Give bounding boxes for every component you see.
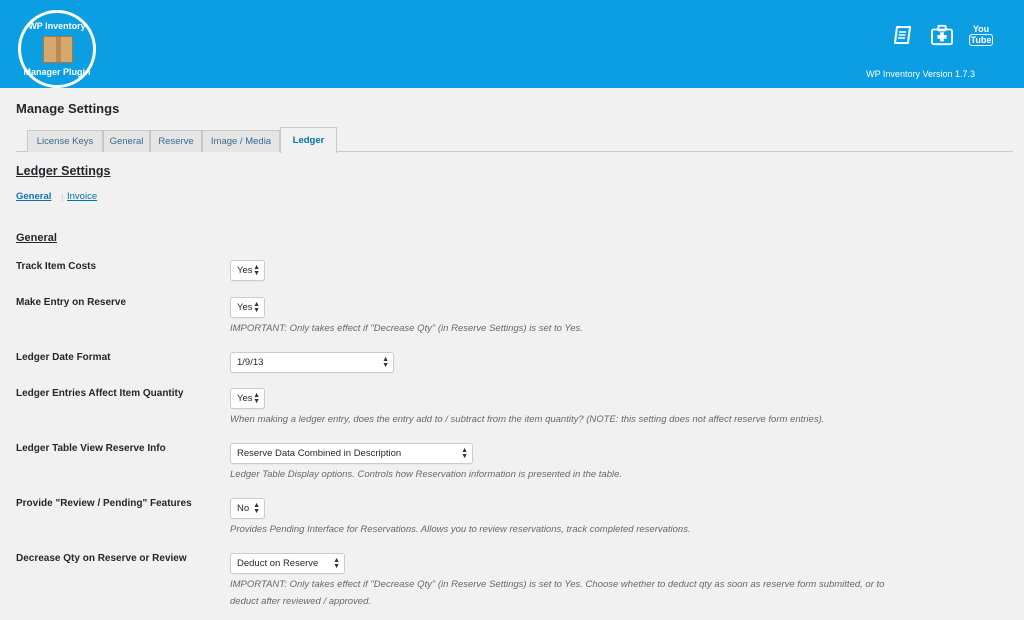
select-arrows-icon: ▲ ▼ xyxy=(461,447,468,460)
ledger-entries-affect-qty-label: Ledger Entries Affect Item Quantity xyxy=(16,388,184,399)
header-banner: WP Inventory Manager Plugin You Tube WP … xyxy=(0,0,1024,88)
decrease-qty-description: IMPORTANT: Only takes effect if "Decreas… xyxy=(230,579,885,590)
tab-license-keys[interactable]: License Keys xyxy=(27,130,103,152)
decrease-qty-label: Decrease Qty on Reserve or Review xyxy=(16,553,187,564)
select-arrows-icon: ▲ ▼ xyxy=(253,502,260,515)
tab-reserve[interactable]: Reserve xyxy=(150,130,202,152)
section-title: Ledger Settings xyxy=(16,164,111,178)
tab-general[interactable]: General xyxy=(103,130,150,152)
track-item-costs-select[interactable]: Yes ▲ ▼ xyxy=(230,260,265,281)
plugin-logo[interactable]: WP Inventory Manager Plugin xyxy=(18,10,96,88)
track-item-costs-value: Yes xyxy=(237,265,253,276)
ledger-table-view-reserve-info-description: Ledger Table Display options. Controls h… xyxy=(230,469,623,480)
select-arrows-icon: ▲ ▼ xyxy=(253,264,260,277)
decrease-qty-select[interactable]: Deduct on Reserve ▲ ▼ xyxy=(230,553,345,574)
review-pending-features-value: No xyxy=(237,503,250,514)
make-entry-on-reserve-label: Make Entry on Reserve xyxy=(16,297,127,308)
ledger-table-view-reserve-info-select[interactable]: Reserve Data Combined in Description ▲ ▼ xyxy=(230,443,473,464)
ledger-date-format-select[interactable]: 1/9/13 ▲ ▼ xyxy=(230,352,394,373)
make-entry-on-reserve-value: Yes xyxy=(237,302,253,313)
ledger-table-view-reserve-info-label: Ledger Table View Reserve Info xyxy=(16,443,166,454)
sublink-separator: | xyxy=(61,192,64,202)
tab-ledger[interactable]: Ledger xyxy=(280,127,337,153)
review-pending-features-label: Provide "Review / Pending" Features xyxy=(16,498,192,509)
ledger-date-format-value: 1/9/13 xyxy=(237,357,264,368)
logo-text-bottom: Manager Plugin xyxy=(23,67,91,77)
select-arrows-icon: ▲ ▼ xyxy=(253,392,260,405)
select-arrows-icon: ▲ ▼ xyxy=(382,356,389,369)
make-entry-on-reserve-select[interactable]: Yes ▲ ▼ xyxy=(230,297,265,318)
youtube-text-tube: Tube xyxy=(968,34,994,46)
youtube-icon[interactable]: You Tube xyxy=(968,22,994,48)
version-text: WP Inventory Version 1.7.3 xyxy=(866,69,975,79)
page-title: Manage Settings xyxy=(16,101,120,116)
ledger-table-view-reserve-info-value: Reserve Data Combined in Description xyxy=(237,448,402,459)
youtube-text-you: You xyxy=(972,24,990,34)
general-subheading: General xyxy=(16,232,57,244)
sublink-invoice[interactable]: Invoice xyxy=(67,191,97,202)
track-item-costs-label: Track Item Costs xyxy=(16,261,97,272)
box-icon xyxy=(43,36,73,63)
tab-image-media[interactable]: Image / Media xyxy=(202,130,280,152)
make-entry-on-reserve-description: IMPORTANT: Only takes effect if "Decreas… xyxy=(230,323,583,334)
header-icons: You Tube xyxy=(892,22,994,48)
ledger-date-format-label: Ledger Date Format xyxy=(16,352,111,363)
decrease-qty-description-line2: deduct after reviewed / approved. xyxy=(230,596,372,607)
logo-text-top: WP Inventory xyxy=(28,21,86,31)
select-arrows-icon: ▲ ▼ xyxy=(253,301,260,314)
first-aid-kit-icon[interactable] xyxy=(931,22,953,48)
settings-tabs: License Keys General Reserve Image / Med… xyxy=(16,127,1013,153)
ledger-entries-affect-qty-select[interactable]: Yes ▲ ▼ xyxy=(230,388,265,409)
book-icon[interactable] xyxy=(892,22,914,48)
ledger-entries-affect-qty-value: Yes xyxy=(237,393,253,404)
select-arrows-icon: ▲ ▼ xyxy=(333,557,340,570)
sublink-general[interactable]: General xyxy=(16,191,51,202)
ledger-entries-affect-qty-description: When making a ledger entry, does the ent… xyxy=(230,414,825,425)
review-pending-features-select[interactable]: No ▲ ▼ xyxy=(230,498,265,519)
decrease-qty-value: Deduct on Reserve xyxy=(237,558,319,569)
review-pending-features-description: Provides Pending Interface for Reservati… xyxy=(230,524,691,535)
